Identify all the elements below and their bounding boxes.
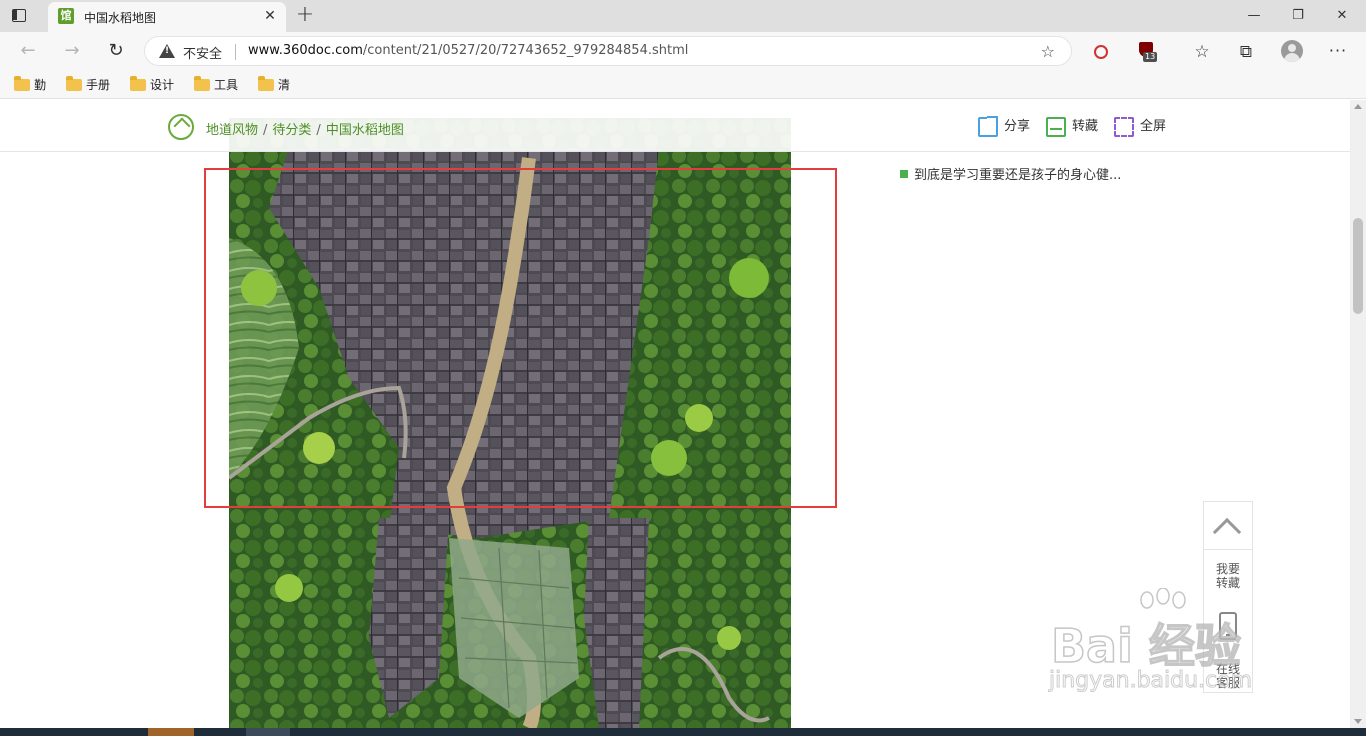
new-tab-button[interactable]: + [294, 4, 316, 27]
page-scrollbar[interactable] [1350, 100, 1366, 728]
breadcrumb-link-category[interactable]: 地道风物 [206, 123, 258, 138]
url-text[interactable]: www.360doc.com/content/21/0527/20/727436… [248, 43, 688, 58]
bullet-square [900, 170, 908, 178]
extension-badge: 13 [1143, 52, 1158, 62]
taskbar-app[interactable] [246, 728, 290, 736]
bookmark-label: 勤 [34, 78, 47, 92]
address-divider [235, 44, 236, 60]
os-taskbar [0, 728, 1366, 736]
extension-icon[interactable] [1090, 41, 1112, 63]
more-icon[interactable]: ··· [1327, 40, 1349, 62]
share-label: 分享 [1004, 119, 1031, 134]
page-viewport: 地道风物 / 待分类 / 中国水稻地图 分享 转藏 全屏 到底是学习重要还是孩子的身心健… [0, 100, 1366, 728]
minimize-button[interactable]: — [1232, 2, 1276, 30]
breadcrumb: 地道风物 / 待分类 / 中国水稻地图 [206, 119, 404, 138]
folder-icon [130, 76, 146, 91]
folder-icon [14, 76, 30, 91]
navigation-bar: ← → ↻ 不安全 www.360doc.com/content/21/0527… [0, 32, 1366, 70]
fullscreen-label: 全屏 [1140, 119, 1167, 134]
breadcrumb-separator: / [316, 123, 321, 138]
url-host: www.360doc.com [248, 43, 363, 58]
home-icon[interactable] [168, 114, 194, 140]
tab-title: 中国水稻地图 [84, 11, 157, 25]
forward-button[interactable]: → [60, 39, 84, 63]
save-label: 转藏 [1072, 119, 1099, 134]
share-icon [978, 116, 998, 137]
bookmark-label: 手册 [86, 78, 111, 92]
scroll-down-arrow-icon[interactable] [1354, 719, 1362, 724]
baidu-jingyan-watermark: Bai 经验 jingyan.baidu.com [1045, 588, 1295, 698]
scroll-top-button[interactable] [1204, 502, 1252, 550]
bookmark-label: 清 [278, 78, 291, 92]
watermark-main-text: Bai 经验 [1050, 618, 1241, 674]
watermark-sub-text: jingyan.baidu.com [1048, 668, 1253, 694]
folder-icon [258, 76, 274, 91]
back-button[interactable]: ← [16, 39, 40, 63]
profile-avatar[interactable] [1281, 40, 1303, 62]
breadcrumb-separator: / [263, 123, 268, 138]
bookmark-label: 设计 [150, 78, 175, 92]
breadcrumb-link-uncategorized[interactable]: 待分类 [272, 123, 311, 138]
collections-icon[interactable]: ⧉ [1235, 41, 1257, 63]
tab-strip: 馆 中国水稻地图 ✕ + — ❐ ✕ [0, 0, 1366, 32]
scrollbar-thumb[interactable] [1353, 218, 1363, 314]
bookmark-folder[interactable]: 工具 [192, 75, 238, 95]
scroll-top-icon [1212, 517, 1242, 547]
bookmark-label: 工具 [214, 78, 239, 92]
highlight-rectangle [204, 168, 837, 508]
tab-close-icon[interactable]: ✕ [262, 8, 278, 24]
related-article-link[interactable]: 到底是学习重要还是孩子的身心健... [900, 164, 1121, 183]
bookmarks-bar: 勤 手册 设计 工具 清 [0, 70, 1366, 99]
address-bar[interactable]: 不安全 www.360doc.com/content/21/0527/20/72… [144, 36, 1072, 66]
related-article-title: 到底是学习重要还是孩子的身心健... [914, 168, 1122, 183]
save-button[interactable]: 转藏 [1046, 117, 1098, 137]
share-button[interactable]: 分享 [978, 116, 1031, 137]
active-tab[interactable]: 馆 中国水稻地图 ✕ [48, 2, 286, 32]
scroll-up-arrow-icon[interactable] [1354, 104, 1362, 109]
save-icon [1046, 117, 1066, 137]
save-shortcut-line1[interactable]: 我要 [1204, 562, 1252, 576]
taskbar-app[interactable] [148, 728, 194, 736]
favicon: 馆 [58, 8, 74, 24]
folder-icon [66, 76, 82, 91]
favorites-icon[interactable]: ☆ [1191, 41, 1213, 63]
url-path: /content/21/0527/20/72743652_979284854.s… [362, 43, 689, 58]
add-favorite-icon[interactable]: ☆ [1041, 42, 1055, 61]
bookmark-folder[interactable]: 手册 [64, 75, 110, 95]
fullscreen-button[interactable]: 全屏 [1114, 117, 1166, 137]
fullscreen-icon [1114, 117, 1134, 137]
ublock-icon[interactable]: 13 [1136, 41, 1158, 63]
tab-actions-icon[interactable] [8, 6, 30, 26]
warning-icon[interactable] [159, 44, 175, 58]
bookmark-folder[interactable]: 勤 [12, 75, 46, 95]
breadcrumb-current[interactable]: 中国水稻地图 [326, 123, 404, 138]
maximize-button[interactable]: ❐ [1276, 2, 1320, 30]
bookmark-folder[interactable]: 设计 [128, 75, 174, 95]
bookmark-folder[interactable]: 清 [256, 75, 290, 95]
close-window-button[interactable]: ✕ [1320, 2, 1364, 30]
security-label[interactable]: 不安全 [183, 43, 222, 62]
reload-button[interactable]: ↻ [104, 39, 128, 63]
article-toolbar: 地道风物 / 待分类 / 中国水稻地图 分享 转藏 全屏 [0, 100, 1350, 152]
folder-icon [194, 76, 210, 91]
